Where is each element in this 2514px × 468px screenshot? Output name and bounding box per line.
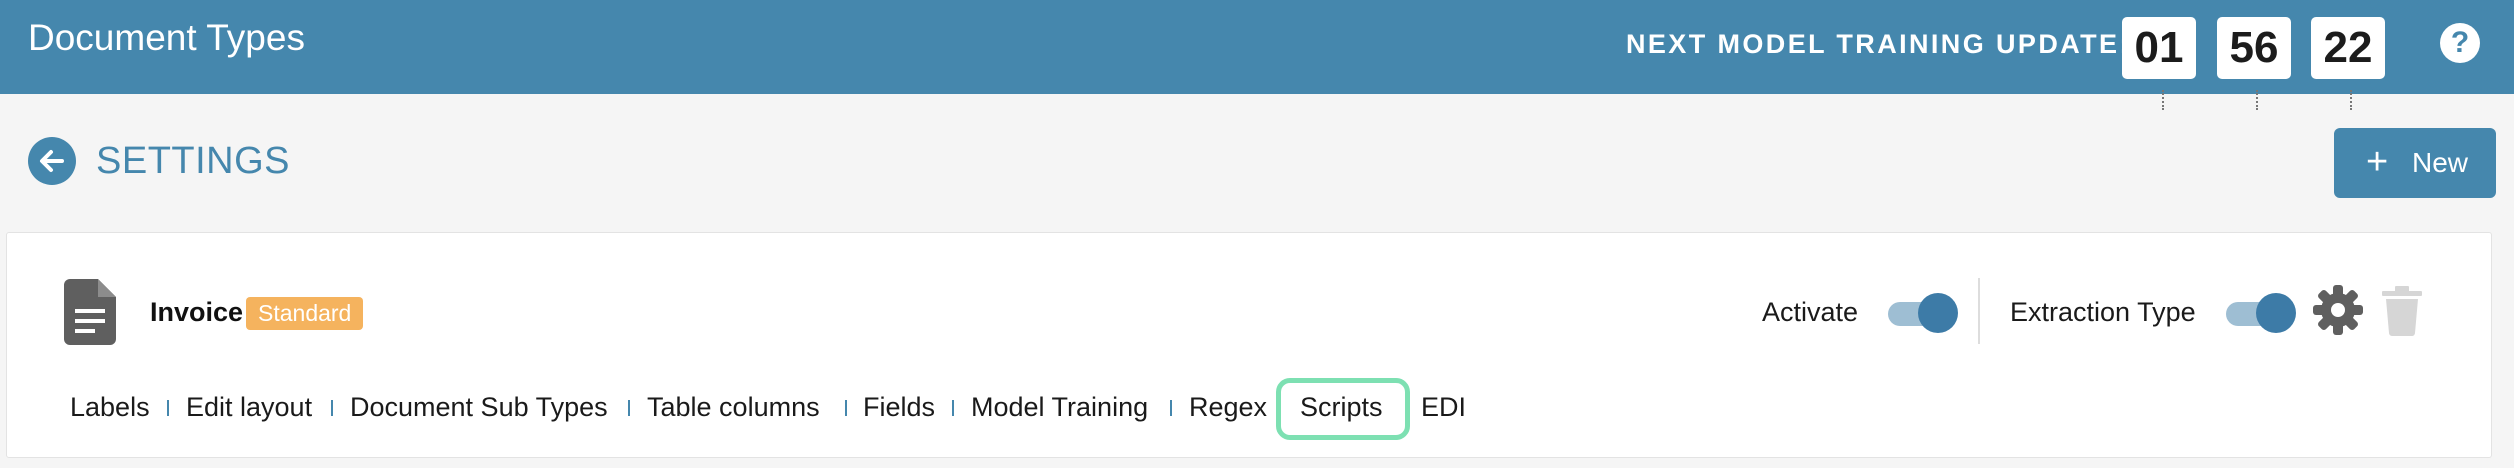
back-arrow-icon[interactable] bbox=[28, 137, 76, 185]
new-button-label: New bbox=[2412, 147, 2469, 178]
tab-model-training[interactable]: Model Training bbox=[971, 388, 1148, 426]
document-type-name[interactable]: Invoice bbox=[150, 294, 243, 330]
trash-icon[interactable] bbox=[2382, 286, 2422, 341]
gear-icon[interactable] bbox=[2312, 284, 2364, 341]
timer-tick bbox=[2350, 90, 2352, 110]
tab-scripts[interactable]: Scripts bbox=[1300, 388, 1383, 426]
tab-fields[interactable]: Fields bbox=[863, 388, 935, 426]
activate-label: Activate bbox=[1762, 297, 1859, 327]
help-icon[interactable]: ? bbox=[2440, 23, 2480, 63]
extraction-type-label: Extraction Type bbox=[2010, 297, 2196, 327]
document-icon bbox=[64, 279, 116, 350]
extraction-type-toggle[interactable] bbox=[2226, 290, 2296, 334]
tab-edi[interactable]: EDI bbox=[1421, 388, 1466, 426]
tab-separator bbox=[628, 400, 630, 416]
settings-title: SETTINGS bbox=[96, 140, 291, 182]
tab-separator bbox=[1170, 400, 1172, 416]
tab-separator bbox=[952, 400, 954, 416]
tab-regex[interactable]: Regex bbox=[1189, 388, 1267, 426]
toggle-knob bbox=[2256, 293, 2296, 333]
top-bar: Document Types NEXT MODEL TRAINING UPDAT… bbox=[0, 0, 2514, 94]
tab-edit-layout[interactable]: Edit layout bbox=[186, 388, 312, 426]
timer-tick bbox=[2162, 90, 2164, 110]
tab-table-columns[interactable]: Table columns bbox=[647, 388, 820, 426]
tab-separator bbox=[845, 400, 847, 416]
toggle-knob bbox=[1918, 293, 1958, 333]
tab-labels[interactable]: Labels bbox=[70, 388, 150, 426]
new-button[interactable]: + New bbox=[2334, 128, 2496, 198]
timer-tick bbox=[2256, 90, 2258, 110]
plus-icon: + bbox=[2366, 141, 2389, 183]
page-title: Document Types bbox=[28, 17, 305, 58]
divider bbox=[1978, 278, 1980, 344]
training-timer-label: NEXT MODEL TRAINING UPDATE: bbox=[1626, 29, 2131, 59]
activate-toggle[interactable] bbox=[1888, 290, 1958, 334]
timer-hours: 01 bbox=[2122, 17, 2196, 79]
timer-seconds: 22 bbox=[2311, 17, 2385, 79]
timer-minutes: 56 bbox=[2217, 17, 2291, 79]
tab-separator bbox=[331, 400, 333, 416]
tab-document-sub-types[interactable]: Document Sub Types bbox=[350, 388, 608, 426]
tab-separator bbox=[167, 400, 169, 416]
status-badge: Standard bbox=[246, 297, 364, 330]
